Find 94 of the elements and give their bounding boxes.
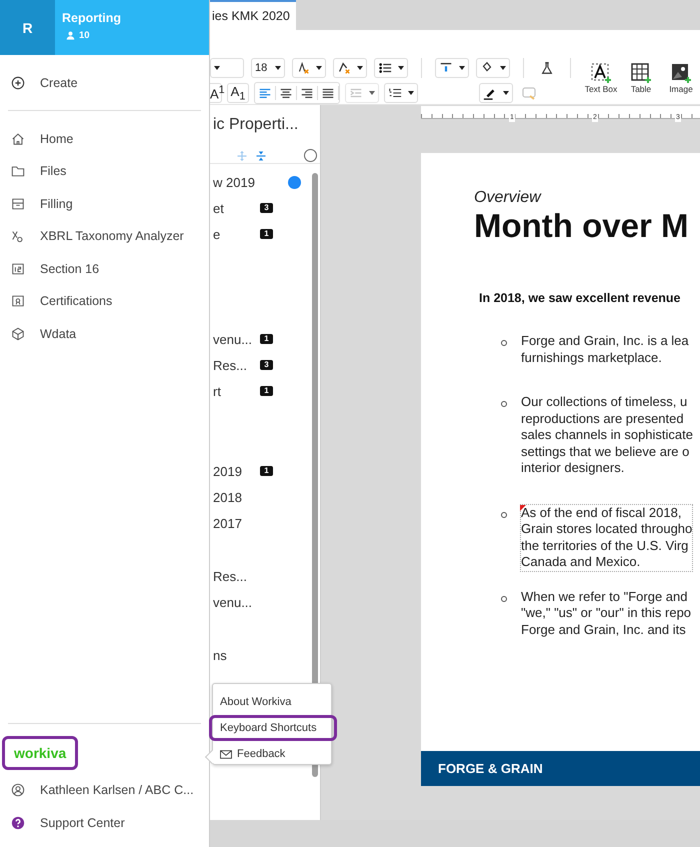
outline-item[interactable]: 2017 xyxy=(213,516,260,530)
member-count: 10 xyxy=(79,30,90,41)
folder-icon xyxy=(11,164,25,178)
nav-item[interactable]: Filling xyxy=(0,188,209,220)
user-circle-icon xyxy=(11,783,25,798)
caret-icon xyxy=(408,91,414,95)
outline-item[interactable]: e xyxy=(213,226,260,242)
outline-item[interactable]: 2019 xyxy=(213,464,260,478)
tray-icon xyxy=(11,196,25,211)
bullet-icon xyxy=(501,596,507,602)
nav-item[interactable]: Files xyxy=(0,155,209,188)
comment-count-badge[interactable]: 1 xyxy=(260,334,273,344)
document-tab[interactable]: ies KMK 2020 xyxy=(210,0,296,30)
text-color-dropdown[interactable] xyxy=(479,83,513,103)
bullet-icon xyxy=(501,512,507,518)
person-icon xyxy=(66,31,75,40)
nav-item[interactable]: Section 16 xyxy=(0,252,209,285)
home-icon xyxy=(11,132,25,146)
section-kicker: Overview xyxy=(474,189,542,207)
cube-icon xyxy=(11,326,25,341)
plus-circle-icon xyxy=(11,76,25,90)
comment-count-badge[interactable]: 1 xyxy=(260,466,273,476)
caret-icon xyxy=(459,66,465,70)
menu-item[interactable]: About Workiva xyxy=(209,689,337,715)
caret-icon xyxy=(357,66,363,70)
panel-title: ic Properti... xyxy=(212,115,300,135)
collapse-icon[interactable] xyxy=(255,150,267,162)
status-circle-icon[interactable] xyxy=(304,149,317,162)
outline-item[interactable]: venu... xyxy=(213,594,260,610)
nav-item[interactable]: XBRL Taxonomy Analyzer xyxy=(0,220,209,252)
outline-item[interactable]: venu... xyxy=(213,332,260,346)
insert-button[interactable]: Table xyxy=(624,62,658,94)
numbered-list-icon xyxy=(388,86,402,100)
commented-paragraph: As of the end of fiscal 2018, Grain stores located througho the territories of the U.S. Virg Canada and Mexico. xyxy=(521,504,692,570)
envelope-icon xyxy=(220,750,232,758)
clear-format-icon xyxy=(296,61,310,75)
comment-count-badge[interactable]: 1 xyxy=(260,386,273,396)
page-heading: Month over M xyxy=(474,207,690,245)
comment-count-badge[interactable]: 1 xyxy=(260,229,273,239)
user-account-item[interactable]: Kathleen Karlsen / ABC C... xyxy=(0,774,209,806)
insert-button[interactable]: Image xyxy=(664,62,698,94)
bullet-icon xyxy=(501,401,507,407)
caret-icon xyxy=(369,91,375,95)
caret-icon xyxy=(214,66,220,70)
text-box-icon xyxy=(590,62,612,84)
bullet-list-icon xyxy=(378,61,392,75)
calendar-icon xyxy=(11,262,25,276)
brand-name: FORGE & GRAIN xyxy=(438,761,543,776)
flask-icon[interactable] xyxy=(540,61,554,75)
caret-icon xyxy=(398,66,404,70)
clear-format-dropdown[interactable] xyxy=(292,58,326,78)
caret-icon xyxy=(503,91,509,95)
script-button[interactable]: A$^{1}$ xyxy=(210,83,222,103)
outline-item[interactable]: Res... xyxy=(213,358,260,372)
caret-icon xyxy=(316,66,322,70)
image-icon xyxy=(670,62,692,84)
menu-item[interactable]: Feedback xyxy=(209,741,337,767)
outline-item[interactable]: rt xyxy=(213,384,260,398)
nav-item[interactable]: Wdata xyxy=(0,318,209,350)
menu-item[interactable]: Keyboard Shortcuts xyxy=(209,715,337,741)
bullet-icon xyxy=(501,340,507,346)
nav-item[interactable]: Certifications xyxy=(0,285,209,318)
support-center-item[interactable]: Support Center xyxy=(0,806,209,839)
vertical-align-dropdown[interactable] xyxy=(435,58,469,78)
alignment-group[interactable] xyxy=(254,82,340,104)
script-button[interactable]: A$_{1}$ xyxy=(227,83,249,103)
certificate-icon xyxy=(11,294,25,308)
numbered-list-dropdown[interactable] xyxy=(384,83,418,103)
help-icon xyxy=(11,816,25,830)
outline-item[interactable]: et xyxy=(213,200,260,216)
clear-style-icon xyxy=(337,61,351,75)
outline-item[interactable]: w 2019 xyxy=(213,174,260,190)
xbrl-icon xyxy=(11,229,25,244)
outline-item[interactable]: Res... xyxy=(213,568,260,584)
indent-icon xyxy=(349,86,363,100)
bullet-list-dropdown[interactable] xyxy=(374,58,408,78)
outline-item[interactable]: ns xyxy=(213,648,260,662)
bullet-paragraph: When we refer to "Forge and "we," "us" or "our" in this repo Forge and Grain, Inc. and its xyxy=(521,588,692,638)
nav-item[interactable]: Home xyxy=(0,122,209,155)
table-icon xyxy=(630,62,652,84)
comment-count-badge[interactable]: 3 xyxy=(260,203,273,213)
comment-count-badge[interactable]: 3 xyxy=(260,360,273,370)
caret-icon xyxy=(275,66,281,70)
bullet-paragraph: Our collections of timeless, u reproductions are presented sales channels in sophisticate settings that we believe are o interior designers. xyxy=(521,394,693,476)
insert-button[interactable]: Text Box xyxy=(584,62,618,94)
workspace-avatar[interactable]: R xyxy=(0,0,55,55)
create-item[interactable]: Create xyxy=(0,67,209,100)
clear-style-dropdown[interactable] xyxy=(333,58,367,78)
caret-icon xyxy=(500,66,506,70)
bullet-paragraph: Forge and Grain, Inc. is a lea furnishings marketplace. xyxy=(521,333,689,366)
lead-sentence: In 2018, we saw excellent revenue xyxy=(479,291,682,305)
fill-color-dropdown[interactable] xyxy=(476,58,510,78)
font-size-dropdown[interactable]: 18 xyxy=(251,58,285,78)
outline-item[interactable]: 2018 xyxy=(213,490,260,504)
